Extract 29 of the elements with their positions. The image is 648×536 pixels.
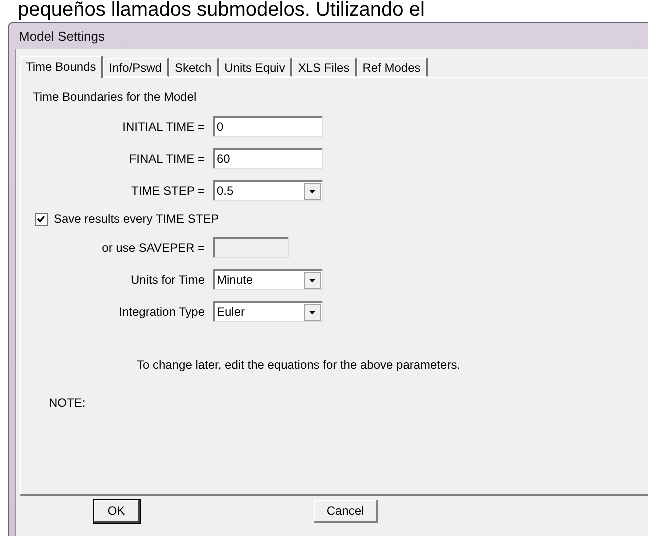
caret-icon xyxy=(304,304,321,320)
caret-icon xyxy=(304,182,321,200)
field-label: FINAL TIME = xyxy=(129,152,205,166)
background-text: pequeños llamados submodelos. Utilizando el xyxy=(17,0,426,22)
note-label: NOTE: xyxy=(49,396,87,410)
field-label: Integration Type xyxy=(119,304,205,318)
field-label: INITIAL TIME = xyxy=(122,120,205,134)
tab[interactable]: Info/Pswd xyxy=(103,58,169,77)
tab[interactable]: Ref Modes xyxy=(356,58,428,77)
checkbox[interactable] xyxy=(35,212,48,226)
section-heading: Time Boundaries for the Model xyxy=(33,90,198,104)
field-label: or use SAVEPER = xyxy=(102,240,205,254)
caret-icon xyxy=(304,272,321,288)
dropdown[interactable]: 0.5 xyxy=(213,180,323,201)
checkbox-label: Save results every TIME STEP xyxy=(54,212,220,226)
dropdown[interactable]: Euler xyxy=(213,301,323,322)
tab[interactable]: Units Equiv xyxy=(218,58,292,77)
input-field[interactable]: 0 xyxy=(213,116,323,137)
cancel-button[interactable]: Cancel xyxy=(314,500,378,523)
field-label: Units for Time xyxy=(130,272,205,286)
tab[interactable]: Time Bounds xyxy=(20,56,104,78)
ok-button[interactable]: OK xyxy=(94,500,140,523)
hint-text: To change later, edit the equations for the above parameters. xyxy=(137,358,462,372)
window-title: Model Settings xyxy=(19,28,105,44)
tab[interactable]: XLS Files xyxy=(292,58,357,77)
field-label: TIME STEP = xyxy=(132,184,205,198)
input-field[interactable]: 60 xyxy=(213,148,323,169)
dropdown[interactable]: Minute xyxy=(213,269,323,290)
tab[interactable]: Sketch xyxy=(168,58,219,77)
